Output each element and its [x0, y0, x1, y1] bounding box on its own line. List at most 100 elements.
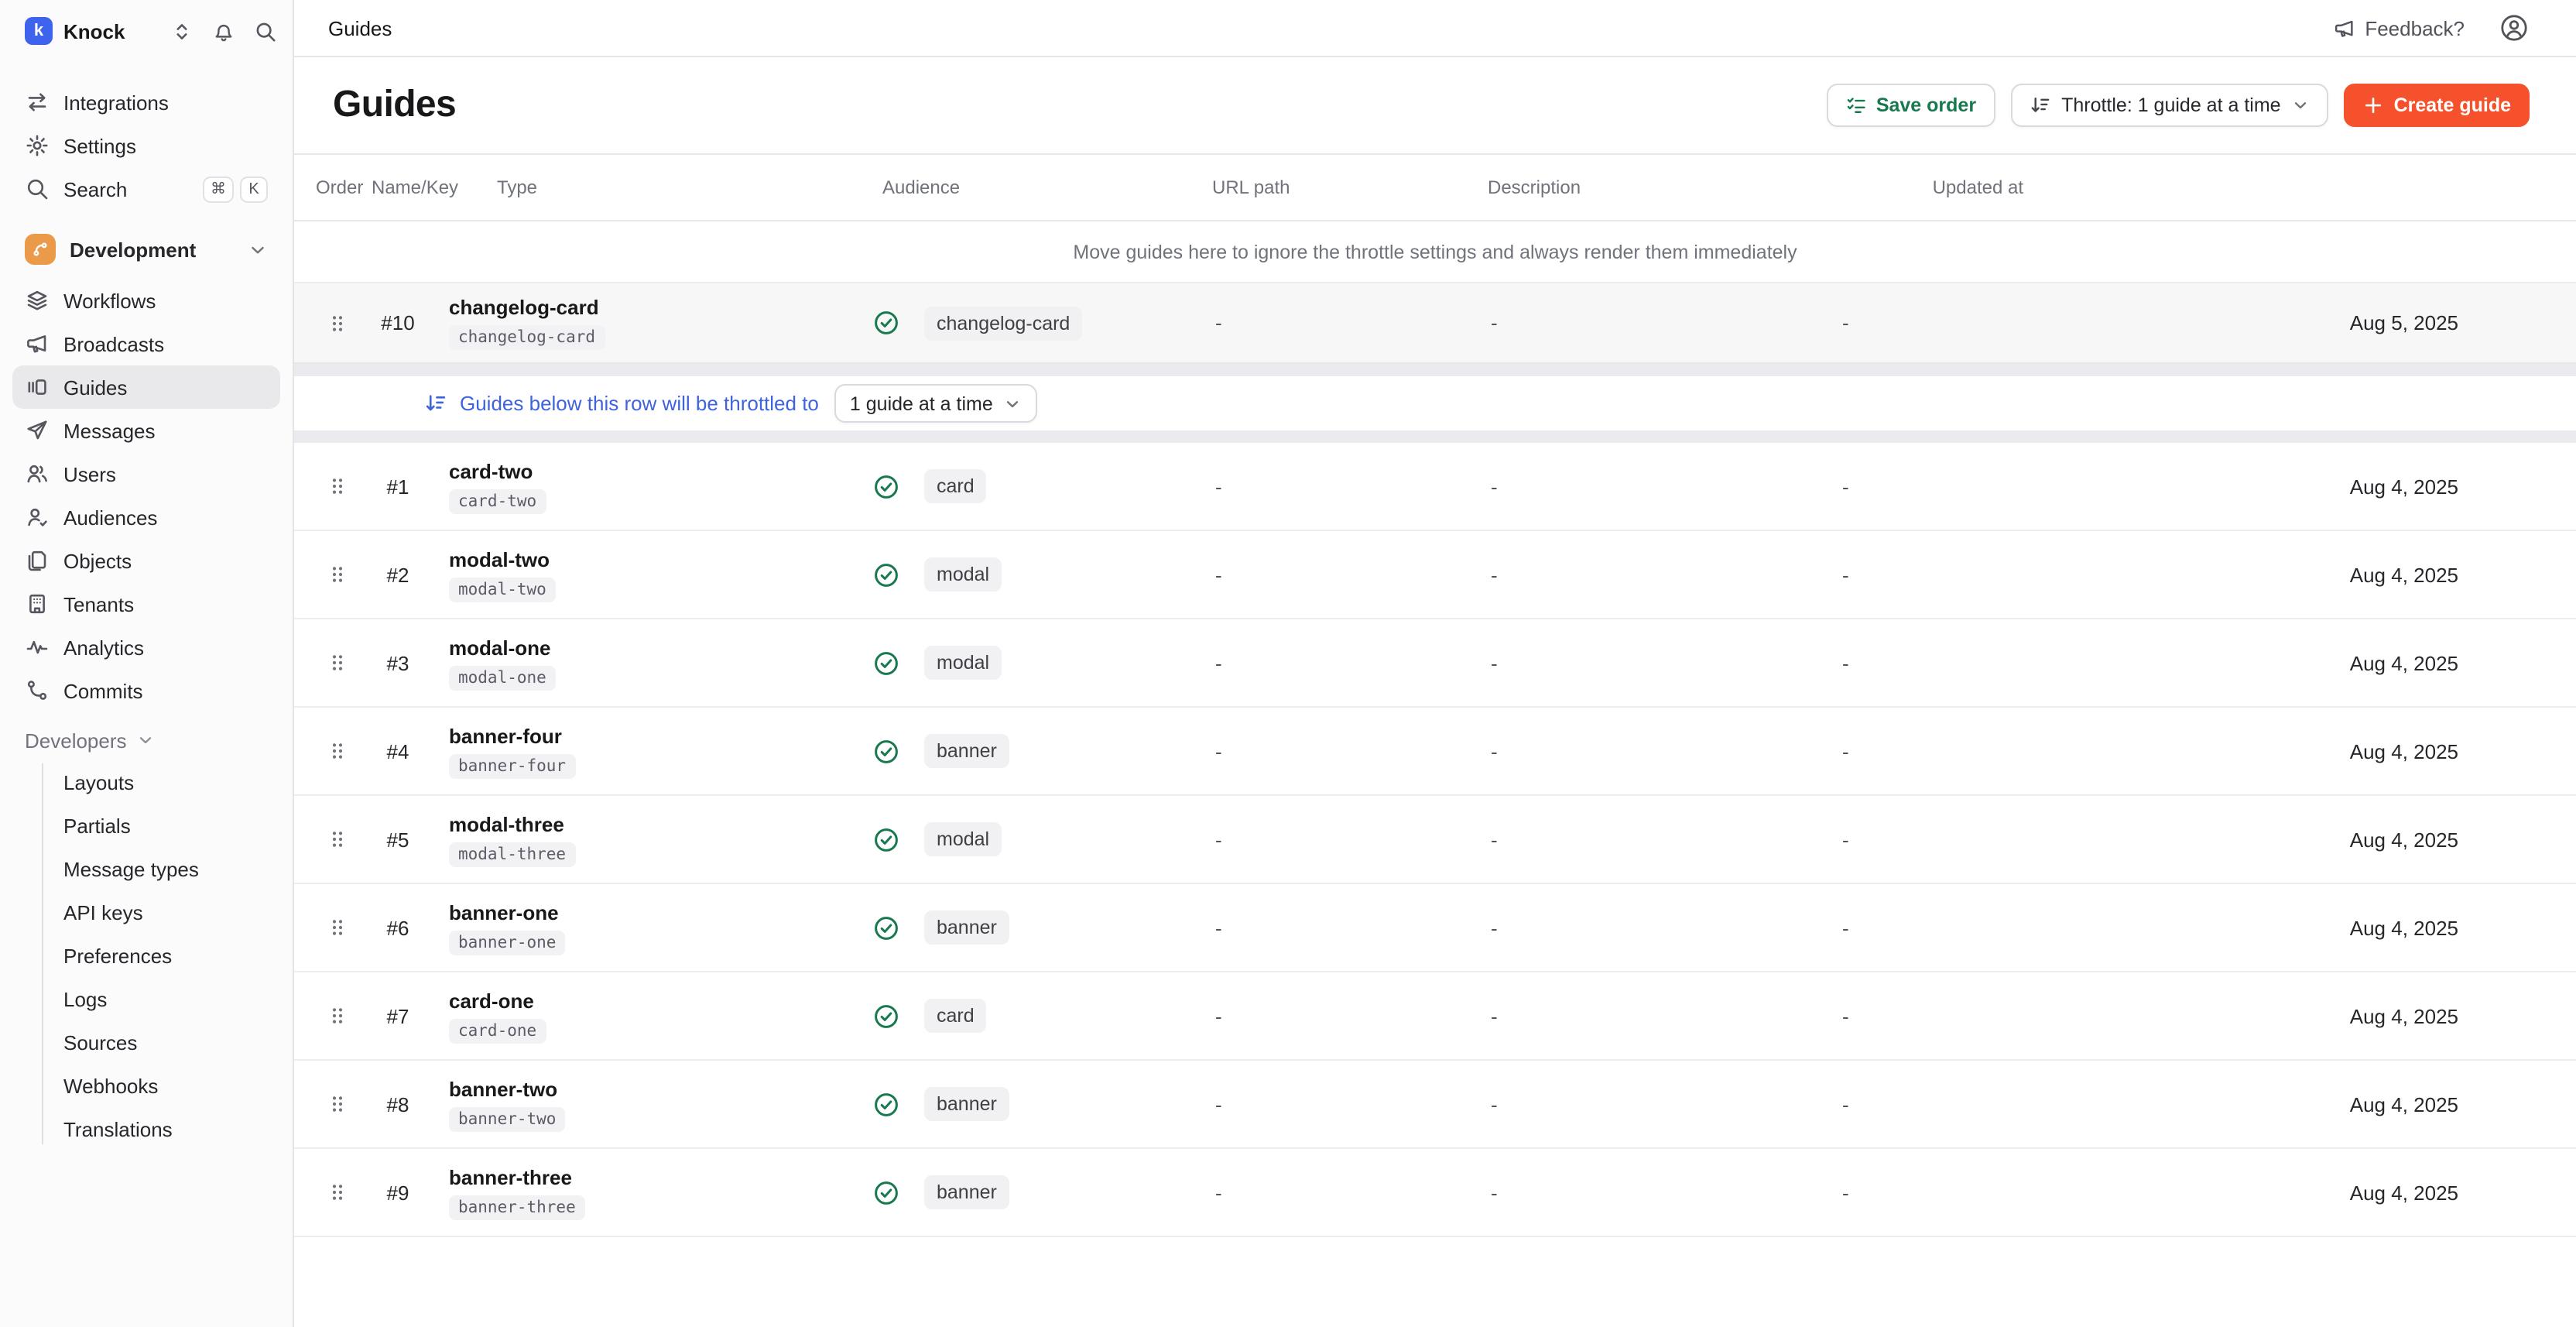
sidebar-item-partials[interactable]: Partials: [42, 804, 280, 847]
audience-value: -: [1206, 916, 1485, 939]
sidebar-item-messages[interactable]: Messages: [12, 409, 280, 452]
sidebar-item-layouts[interactable]: Layouts: [42, 760, 280, 804]
drag-handle-icon[interactable]: [316, 915, 359, 940]
table-row-banner-two[interactable]: #8 banner-two banner-two banner - - - Au…: [294, 1061, 2576, 1149]
sidebar-item-commits[interactable]: Commits: [12, 669, 280, 712]
order-value: #1: [359, 475, 437, 498]
audience-value: -: [1206, 1181, 1485, 1204]
guide-key-badge: modal-three: [449, 842, 575, 866]
megaphone-icon: [2332, 16, 2355, 39]
drag-handle-icon[interactable]: [316, 562, 359, 587]
drag-handle-icon[interactable]: [316, 1003, 359, 1028]
sidebar-item-integrations[interactable]: Integrations: [12, 81, 280, 124]
workflows-icon: [25, 288, 50, 313]
chevron-down-icon: [2292, 96, 2311, 115]
developers-section-toggle[interactable]: Developers: [12, 720, 280, 760]
users-icon: [25, 461, 50, 486]
chevron-down-icon: [136, 731, 155, 749]
sidebar-item-analytics[interactable]: Analytics: [12, 626, 280, 669]
table-row-changelog-card[interactable]: #10 changelog-card changelog-card change…: [294, 282, 2576, 364]
app-window: k Knock Integrations Settings Search ⌘K …: [0, 0, 2576, 1327]
check-circle-icon: [873, 1179, 899, 1205]
drag-handle-icon[interactable]: [316, 310, 359, 335]
sidebar-item-search[interactable]: Search ⌘K: [12, 167, 280, 211]
drag-handle-icon[interactable]: [316, 1092, 359, 1116]
type-badge: banner: [924, 734, 1009, 768]
sidebar-header: k Knock: [12, 0, 280, 62]
sidebar-item-sources[interactable]: Sources: [42, 1020, 280, 1064]
description-value: -: [1839, 828, 2141, 851]
sidebar-item-message-types[interactable]: Message types: [42, 847, 280, 890]
table-row-banner-three[interactable]: #9 banner-three banner-three banner - - …: [294, 1149, 2576, 1237]
sidebar-item-audiences[interactable]: Audiences: [12, 495, 280, 539]
objects-icon: [25, 548, 50, 573]
order-value: #10: [359, 311, 437, 334]
sidebar-item-preferences[interactable]: Preferences: [42, 934, 280, 977]
chevron-down-icon: [248, 239, 268, 259]
url-path-value: -: [1485, 1181, 1839, 1204]
type-badge: banner: [924, 1087, 1009, 1121]
knock-logo: k: [25, 17, 53, 45]
updated-at-value: Aug 4, 2025: [2141, 1092, 2576, 1116]
save-order-button[interactable]: Save order: [1827, 84, 1995, 127]
feedback-button[interactable]: Feedback?: [2332, 16, 2465, 39]
throttle-dropdown-button[interactable]: Throttle: 1 guide at a time: [2010, 84, 2329, 127]
table-row-banner-four[interactable]: #4 banner-four banner-four banner - - - …: [294, 708, 2576, 796]
drag-handle-icon[interactable]: [316, 650, 359, 675]
throttle-divider-text: Guides below this row will be throttled …: [460, 392, 819, 415]
drag-handle-icon[interactable]: [316, 739, 359, 763]
column-header-updated-at: Updated at: [1839, 177, 2141, 198]
audience-value: -: [1206, 828, 1485, 851]
sidebar-item-workflows[interactable]: Workflows: [12, 279, 280, 322]
drag-handle-icon[interactable]: [316, 1180, 359, 1205]
guide-key-badge: modal-two: [449, 577, 556, 602]
updated-at-value: Aug 4, 2025: [2141, 475, 2576, 498]
drag-handle-icon[interactable]: [316, 827, 359, 852]
description-value: -: [1839, 1092, 2141, 1116]
sidebar-item-broadcasts[interactable]: Broadcasts: [12, 322, 280, 365]
updated-at-value: Aug 5, 2025: [2141, 311, 2576, 334]
updated-at-value: Aug 4, 2025: [2141, 916, 2576, 939]
description-value: -: [1839, 651, 2141, 674]
brand-name: Knock: [63, 19, 125, 43]
table-row-card-one[interactable]: #7 card-one card-one card - - - Aug 4, 2…: [294, 972, 2576, 1061]
sidebar-item-guides[interactable]: Guides: [12, 365, 280, 409]
check-circle-icon: [873, 310, 899, 336]
url-path-value: -: [1485, 311, 1839, 334]
unthrottled-note: Move guides here to ignore the throttle …: [294, 221, 2576, 282]
updated-at-value: Aug 4, 2025: [2141, 651, 2576, 674]
bell-icon[interactable]: [211, 19, 235, 43]
create-guide-button[interactable]: Create guide: [2345, 84, 2530, 127]
sidebar-item-logs[interactable]: Logs: [42, 977, 280, 1020]
guides-icon: [25, 375, 50, 399]
drag-handle-icon[interactable]: [316, 474, 359, 499]
table-row-modal-one[interactable]: #3 modal-one modal-one modal - - - Aug 4…: [294, 619, 2576, 708]
column-header-description: Description: [1485, 177, 1839, 198]
sidebar-item-objects[interactable]: Objects: [12, 539, 280, 582]
guide-key-badge: banner-four: [449, 753, 575, 778]
description-value: -: [1839, 475, 2141, 498]
sidebar-item-translations[interactable]: Translations: [42, 1107, 280, 1150]
throttle-value-select[interactable]: 1 guide at a time: [834, 384, 1038, 423]
sidebar-item-settings[interactable]: Settings: [12, 124, 280, 167]
sidebar-item-api-keys[interactable]: API keys: [42, 890, 280, 934]
sidebar-item-tenants[interactable]: Tenants: [12, 582, 280, 626]
guide-name: banner-two: [449, 1077, 873, 1100]
table-row-banner-one[interactable]: #6 banner-one banner-one banner - - - Au…: [294, 884, 2576, 972]
account-menu-icon[interactable]: [2499, 12, 2530, 43]
table-row-card-two[interactable]: #1 card-two card-two card - - - Aug 4, 2…: [294, 443, 2576, 531]
sidebar-item-webhooks[interactable]: Webhooks: [42, 1064, 280, 1107]
guide-name: modal-two: [449, 547, 873, 571]
workspace-selector-icon[interactable]: [169, 19, 194, 43]
check-circle-icon: [873, 1091, 899, 1117]
table-row-modal-three[interactable]: #5 modal-three modal-three modal - - - A…: [294, 796, 2576, 884]
table-row-modal-two[interactable]: #2 modal-two modal-two modal - - - Aug 4…: [294, 531, 2576, 619]
sidebar-item-users[interactable]: Users: [12, 452, 280, 495]
search-icon[interactable]: [252, 19, 277, 43]
guide-name: banner-four: [449, 724, 873, 747]
sort-descending-icon: [424, 392, 447, 415]
check-circle-icon: [873, 914, 899, 941]
audience-value: -: [1206, 563, 1485, 586]
guide-name: banner-three: [449, 1165, 873, 1188]
environment-switcher[interactable]: Development: [12, 226, 280, 273]
